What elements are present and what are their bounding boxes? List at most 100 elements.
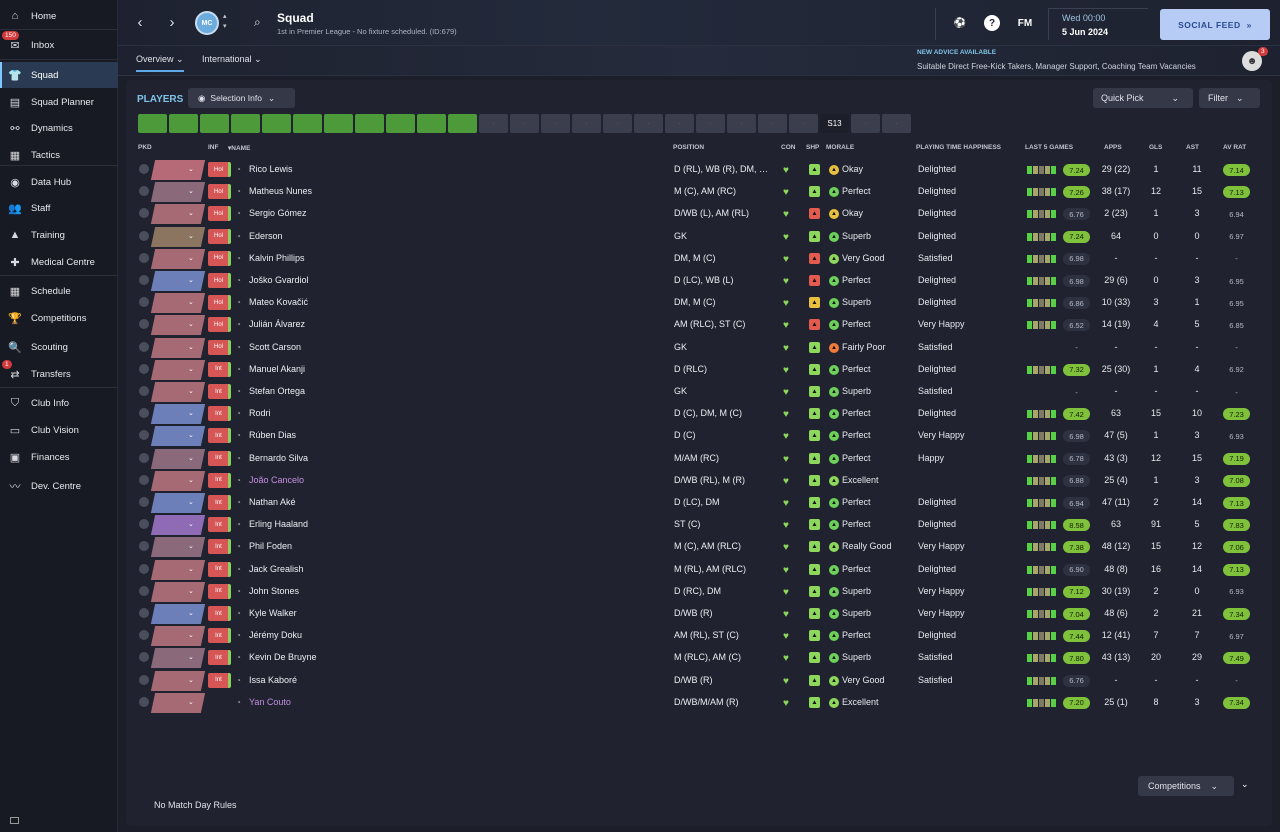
pick-checkbox[interactable]	[139, 652, 149, 663]
chevron-down-icon[interactable]: ⌄	[188, 476, 194, 484]
position-selector[interactable]: ·	[150, 581, 206, 602]
sidebar-item-club-info[interactable]: ⛉ Club Info	[0, 390, 118, 416]
chevron-down-icon[interactable]: ⌄	[188, 387, 194, 395]
column-header-name[interactable]: ▾NAME	[228, 144, 250, 152]
player-name[interactable]: Mateo Kovačić	[249, 297, 308, 307]
position-selector[interactable]: ·	[150, 559, 206, 580]
position-selector[interactable]: ·	[150, 448, 206, 469]
info-badge[interactable]: Int	[208, 472, 229, 488]
info-badge[interactable]: Hol	[208, 184, 229, 200]
position-selector[interactable]: ·	[150, 359, 206, 380]
table-row[interactable]: · ⌄ Int ◔ Manuel Akanji D (RLC) ♥ ▲ ▲ Perfect Deli…	[126, 359, 1272, 381]
table-row[interactable]: · ⌄ Hol ◔ Rico Lewis D (RL), WB (R), DM, M (C…	[126, 159, 1272, 181]
chevron-down-icon[interactable]: ⌄	[188, 542, 194, 550]
pick-checkbox[interactable]	[139, 208, 149, 219]
player-name[interactable]: Julián Álvarez	[249, 319, 305, 329]
table-row[interactable]: · ⌄ Hol ◔ Ederson GK ♥ ▲ ▲ Superb Delighted 7.24 64 0…	[126, 226, 1272, 248]
sidebar-item-inbox[interactable]: ✉ Inbox 150	[0, 31, 118, 58]
sidebar-item-medical-centre[interactable]: ✚ Medical Centre	[0, 249, 118, 275]
player-name[interactable]: Kalvin Phillips	[249, 253, 305, 263]
table-row[interactable]: · ⌄ Hol ◔ Julián Álvarez AM (RLC), ST (C) ♥ ▲ ▲ P…	[126, 314, 1272, 336]
position-selector[interactable]: ·	[150, 426, 206, 447]
chevron-down-icon[interactable]: ⌄	[188, 320, 194, 328]
pick-checkbox[interactable]	[139, 275, 149, 285]
pick-checkbox[interactable]	[139, 319, 149, 330]
pick-checkbox[interactable]	[139, 630, 149, 641]
pick-checkbox[interactable]	[139, 164, 149, 174]
table-row[interactable]: · ⌄ Hol ◔ Joško Gvardiol D (LC), WB (L) ♥ ▲ ▲ Per…	[126, 270, 1272, 292]
chevron-down-icon[interactable]: ⌄	[188, 276, 194, 284]
table-row[interactable]: · ⌄ Int ◔ Jack Grealish M (RL), AM (RLC) ♥ ▲ ▲ Pe…	[126, 559, 1272, 581]
competitions-button[interactable]: Competitions ⌄	[1138, 776, 1234, 796]
player-name[interactable]: Sergio Gómez	[249, 208, 307, 218]
sidebar-item-club-vision[interactable]: ▭ Club Vision	[0, 417, 118, 443]
table-row[interactable]: · ⌄ Hol ◔ Sergio Gómez D/WB (L), AM (RL) ♥ ▲ ▲ Ok…	[126, 203, 1272, 225]
chevron-down-icon[interactable]: ⌄	[188, 631, 194, 639]
formation-slot[interactable]: ·	[479, 114, 508, 133]
position-selector[interactable]: ·	[150, 626, 206, 647]
sidebar-item-competitions[interactable]: 🏆 Competitions	[0, 305, 118, 331]
position-selector[interactable]: ·	[150, 670, 206, 691]
sidebar-item-squad-planner[interactable]: ▤ Squad Planner	[0, 89, 118, 115]
pick-checkbox[interactable]	[139, 696, 149, 707]
column-header-apps[interactable]: APPS	[1104, 144, 1122, 151]
table-row[interactable]: · ⌄ Int ◔ Issa Kaboré D/WB (R) ♥ ▲ ▲ Very Good Sat…	[126, 670, 1272, 692]
info-badge[interactable]: Hol	[208, 162, 229, 177]
pick-checkbox[interactable]	[139, 519, 149, 530]
column-header-morale[interactable]: MORALE	[826, 144, 854, 151]
table-row[interactable]: · ⌄ Hol ◔ Mateo Kovačić DM, M (C) ♥ ▲ ▲ Superb Del…	[126, 292, 1272, 314]
quick-pick-button[interactable]: Quick Pick ⌄	[1093, 88, 1193, 108]
info-badge[interactable]: Hol	[208, 250, 229, 266]
column-header-ast[interactable]: AST	[1186, 144, 1199, 151]
position-selector[interactable]: ·	[150, 271, 206, 291]
formation-slot[interactable]: ·	[231, 114, 260, 133]
player-name[interactable]: Jérémy Doku	[249, 630, 302, 640]
position-selector[interactable]: ·	[150, 515, 206, 536]
position-selector[interactable]: ·	[150, 182, 206, 203]
position-selector[interactable]: ·	[150, 404, 206, 425]
advice-title[interactable]: NEW ADVICE AVAILABLE	[917, 49, 996, 56]
sidebar-item-dynamics[interactable]: ⚯ Dynamics	[0, 115, 118, 141]
tab-overview[interactable]: Overview ⌄	[136, 54, 184, 72]
pick-checkbox[interactable]	[139, 252, 149, 263]
chevron-down-icon[interactable]: ⌄	[188, 365, 194, 373]
position-selector[interactable]: ·	[150, 160, 206, 180]
column-header-avrat[interactable]: AV RAT	[1223, 144, 1246, 151]
info-badge[interactable]: Hol	[208, 273, 229, 288]
player-name[interactable]: Jack Grealish	[249, 564, 304, 574]
table-row[interactable]: · ⌄ Int ◔ Kyle Walker D/WB (R) ♥ ▲ ▲ Superb Very H…	[126, 603, 1272, 625]
player-name[interactable]: Stefan Ortega	[249, 386, 305, 396]
player-name[interactable]: Scott Carson	[249, 342, 301, 352]
player-name[interactable]: Rúben Dias	[249, 430, 296, 440]
filter-button[interactable]: Filter ⌄	[1199, 88, 1260, 108]
player-name[interactable]: Bernardo Silva	[249, 453, 308, 463]
info-badge[interactable]: Int	[208, 539, 229, 555]
player-name[interactable]: Matheus Nunes	[249, 186, 312, 196]
pick-checkbox[interactable]	[139, 541, 149, 552]
club-crest-icon[interactable]: MC	[195, 11, 219, 35]
player-name[interactable]: Phil Foden	[249, 541, 292, 551]
chevron-down-icon[interactable]: ⌄	[188, 498, 194, 506]
info-badge[interactable]: Int	[208, 450, 229, 466]
table-row[interactable]: · ⌄ Int ◔ Rodri D (C), DM, M (C) ♥ ▲ ▲ Perfect Del…	[126, 403, 1272, 425]
formation-slot[interactable]: ·	[355, 114, 384, 133]
pick-checkbox[interactable]	[139, 341, 149, 352]
info-badge[interactable]: Int	[208, 428, 229, 444]
info-badge[interactable]: Int	[208, 583, 229, 599]
chevron-down-icon[interactable]: ⌄	[188, 254, 194, 262]
pick-checkbox[interactable]	[139, 497, 149, 507]
sidebar-item-squad[interactable]: 👕 Squad	[0, 62, 118, 88]
column-header-position[interactable]: POSITION	[673, 144, 704, 151]
back-button[interactable]: ‹	[132, 14, 148, 31]
position-selector[interactable]: ·	[150, 315, 206, 336]
chevron-down-icon[interactable]: ⌄	[188, 431, 194, 439]
position-selector[interactable]: ·	[150, 382, 206, 402]
formation-slot[interactable]: ·	[696, 114, 725, 133]
sidebar-item-training[interactable]: ▲ Training	[0, 222, 118, 248]
column-header-gls[interactable]: GLS	[1149, 144, 1162, 151]
fm-menu-button[interactable]: FM	[1016, 15, 1034, 31]
position-selector[interactable]: ·	[150, 248, 206, 269]
table-row[interactable]: · ⌄ ◔ Yan Couto D/WB/M/AM (R) ♥ ▲ ▲ Excellent 7.2…	[126, 692, 1272, 714]
table-row[interactable]: · ⌄ Int ◔ Bernardo Silva M/AM (RC) ♥ ▲ ▲ Perfect H…	[126, 448, 1272, 470]
player-name[interactable]: Kyle Walker	[249, 608, 297, 618]
